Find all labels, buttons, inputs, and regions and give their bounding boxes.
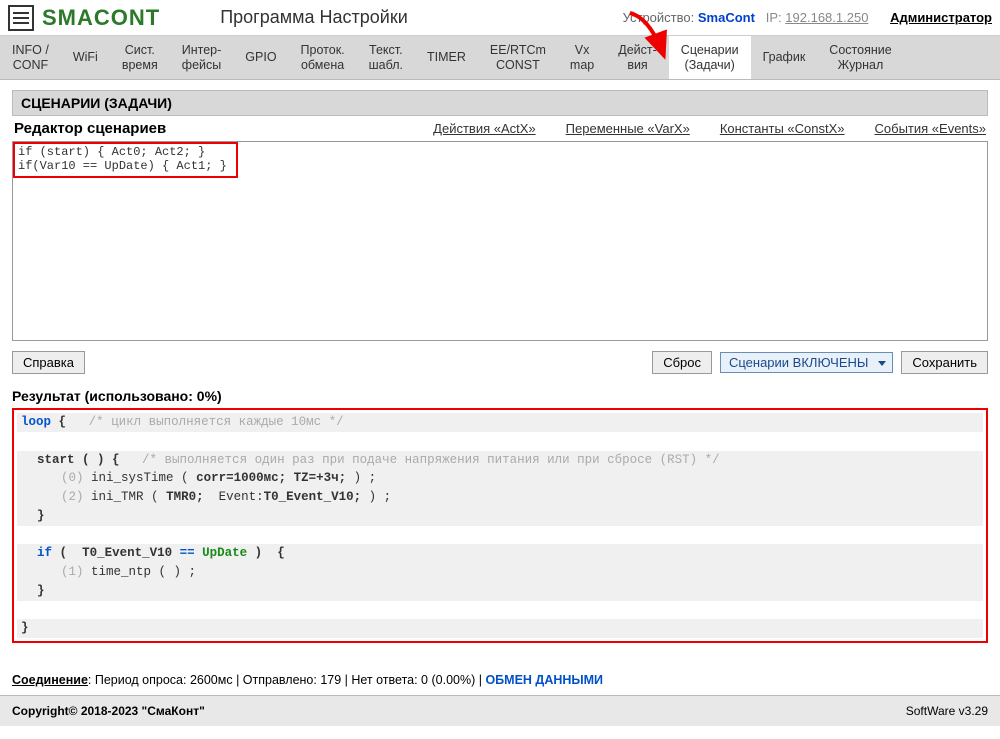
logo: SMACONT bbox=[42, 5, 160, 31]
top-bar: SMACONT Программа Настройки Устройство: … bbox=[0, 0, 1000, 36]
tab-3[interactable]: Интер-фейсы bbox=[170, 36, 234, 79]
code-args: corr=1000мс; TZ=+3ч; bbox=[196, 471, 346, 485]
admin-link[interactable]: Администратор bbox=[890, 10, 992, 25]
code-comment: /* выполняется один раз при подаче напря… bbox=[142, 453, 720, 467]
tab-6[interactable]: Текст.шабл. bbox=[357, 36, 415, 79]
code-fn: ini_TMR bbox=[91, 490, 144, 504]
editor-link-1[interactable]: Переменные «VarX» bbox=[566, 121, 690, 136]
scenarios-enabled-select[interactable]: Сценарии ВКЛЮЧЕНЫ bbox=[720, 352, 893, 373]
code-idx: (1) bbox=[61, 565, 84, 579]
tab-7[interactable]: TIMER bbox=[415, 36, 478, 79]
script-editor[interactable] bbox=[13, 142, 987, 340]
version: SoftWare v3.29 bbox=[906, 704, 988, 718]
tab-10[interactable]: Дейст-вия bbox=[606, 36, 669, 79]
tab-1[interactable]: WiFi bbox=[61, 36, 110, 79]
tab-11[interactable]: Сценарии(Задачи) bbox=[669, 36, 751, 79]
connection-status: Соединение: Период опроса: 2600мс | Отпр… bbox=[0, 643, 1000, 696]
ip-address[interactable]: 192.168.1.250 bbox=[785, 10, 868, 25]
tab-0[interactable]: INFO /CONF bbox=[0, 36, 61, 79]
help-button[interactable]: Справка bbox=[12, 351, 85, 374]
code-var: T0_Event_V10 bbox=[82, 546, 172, 560]
result-label: Результат (использовано: 0%) bbox=[12, 384, 988, 408]
code-fn: time_ntp bbox=[91, 565, 151, 579]
code-kw: loop bbox=[21, 415, 51, 429]
editor-link-0[interactable]: Действия «ActX» bbox=[433, 121, 535, 136]
device-info: Устройство: SmaCont IP: 192.168.1.250 Ад… bbox=[623, 10, 992, 25]
code-idx: (0) bbox=[61, 471, 84, 485]
code-val: UpDate bbox=[202, 546, 247, 560]
code-comment: /* цикл выполняется каждые 10мс */ bbox=[89, 415, 344, 429]
editor-box bbox=[12, 141, 988, 341]
menu-icon[interactable] bbox=[8, 5, 34, 31]
tab-8[interactable]: EE/RTCmCONST bbox=[478, 36, 558, 79]
reset-button[interactable]: Сброс bbox=[652, 351, 712, 374]
result-code: loop { /* цикл выполняется каждые 10мс *… bbox=[17, 413, 983, 638]
editor-links: Действия «ActX» Переменные «VarX» Констант… bbox=[433, 121, 986, 136]
code-args: TMR0; bbox=[166, 490, 204, 504]
conn-text: : Период опроса: 2600мс | Отправлено: 17… bbox=[88, 673, 486, 687]
device-label: Устройство: bbox=[623, 10, 695, 25]
conn-label: Соединение bbox=[12, 673, 88, 687]
tab-bar: INFO /CONFWiFiСист.времяИнтер-фейсыGPIOП… bbox=[0, 36, 1000, 80]
code-idx: (2) bbox=[61, 490, 84, 504]
copyright: Copyright© 2018-2023 "СмаКонт" bbox=[12, 704, 205, 718]
code-fn: ini_sysTime bbox=[91, 471, 174, 485]
page-title: Программа Настройки bbox=[220, 7, 408, 28]
tab-12[interactable]: График bbox=[751, 36, 818, 79]
save-button[interactable]: Сохранить bbox=[901, 351, 988, 374]
tab-5[interactable]: Проток.обмена bbox=[289, 36, 357, 79]
conn-exchange: ОБМЕН ДАННЫМИ bbox=[485, 673, 603, 687]
editor-link-2[interactable]: Константы «ConstX» bbox=[720, 121, 845, 136]
code-op: == bbox=[180, 546, 195, 560]
code-kw: if bbox=[37, 546, 52, 560]
ip-label: IP: bbox=[766, 10, 782, 25]
code-args: Event: bbox=[219, 490, 264, 504]
device-name[interactable]: SmaCont bbox=[698, 10, 755, 25]
result-box: loop { /* цикл выполняется каждые 10мс *… bbox=[12, 408, 988, 643]
tab-4[interactable]: GPIO bbox=[233, 36, 288, 79]
tab-9[interactable]: Vxmap bbox=[558, 36, 606, 79]
editor-link-3[interactable]: События «Events» bbox=[875, 121, 986, 136]
tab-13[interactable]: СостояниеЖурнал bbox=[817, 36, 903, 79]
code-start: start bbox=[37, 453, 75, 467]
tab-2[interactable]: Сист.время bbox=[110, 36, 170, 79]
section-title: СЦЕНАРИИ (ЗАДАЧИ) bbox=[12, 90, 988, 116]
footer-bar: Copyright© 2018-2023 "СмаКонт" SoftWare … bbox=[0, 696, 1000, 726]
editor-label: Редактор сценариев bbox=[14, 120, 166, 137]
code-args: T0_Event_V10; bbox=[264, 490, 362, 504]
